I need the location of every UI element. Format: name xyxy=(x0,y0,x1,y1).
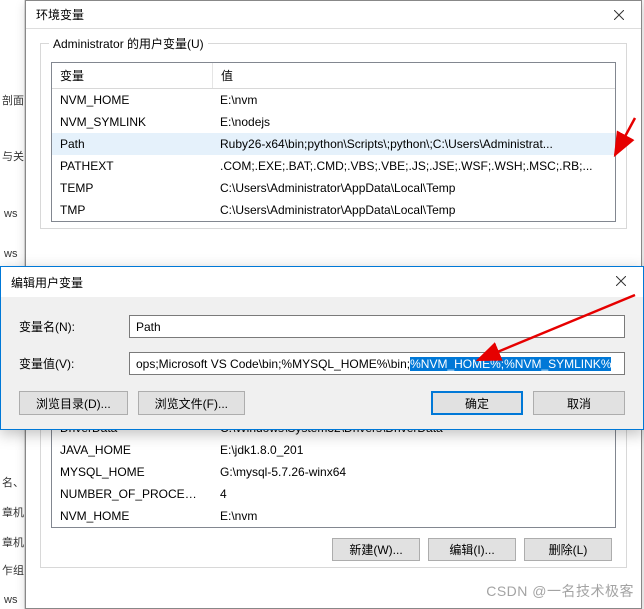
browse-dir-button[interactable]: 浏览目录(D)... xyxy=(19,391,128,415)
name-label: 变量名(N): xyxy=(19,318,129,335)
cell-value: G:\mysql-5.7.26-winx64 xyxy=(212,463,615,481)
user-vars-table[interactable]: 变量 值 NVM_HOMEE:\nvmNVM_SYMLINKE:\nodejsP… xyxy=(51,62,616,222)
new-button[interactable]: 新建(W)... xyxy=(332,538,420,561)
group-legend: Administrator 的用户变量(U) xyxy=(49,35,208,52)
cell-name: NVM_HOME xyxy=(52,507,212,525)
watermark: CSDN @一名技术极客 xyxy=(486,581,634,601)
bg-text: ws xyxy=(4,208,17,220)
close-icon xyxy=(616,276,626,286)
bg-text: ws xyxy=(4,248,17,260)
edit-button[interactable]: 编辑(I)... xyxy=(428,538,516,561)
titlebar: 环境变量 xyxy=(26,1,641,29)
bg-text: ws xyxy=(4,594,17,606)
cell-value: Ruby26-x64\bin;python\Scripts\;python\;C… xyxy=(212,135,615,153)
table-row[interactable]: NVM_HOMEE:\nvm xyxy=(52,505,615,527)
cell-value: E:\nvm xyxy=(212,91,615,109)
table-row[interactable]: TEMPC:\Users\Administrator\AppData\Local… xyxy=(52,177,615,199)
th-name[interactable]: 变量 xyxy=(52,63,212,88)
table-row[interactable]: MYSQL_HOMEG:\mysql-5.7.26-winx64 xyxy=(52,461,615,483)
cell-value: C:\Users\Administrator\AppData\Local\Tem… xyxy=(212,201,615,219)
sys-vars-table[interactable]: DriverDataC:\Windows\System32\Drivers\Dr… xyxy=(51,417,616,528)
dialog-titlebar: 编辑用户变量 xyxy=(1,267,643,297)
cancel-button[interactable]: 取消 xyxy=(533,391,625,415)
bg-text: 与关 xyxy=(2,148,24,164)
table-row[interactable]: PathRuby26-x64\bin;python\Scripts\;pytho… xyxy=(52,133,615,155)
cell-name: TMP xyxy=(52,201,212,219)
dialog-close-button[interactable] xyxy=(599,267,643,295)
sys-vars-group: DriverDataC:\Windows\System32\Drivers\Dr… xyxy=(40,417,627,568)
cell-value: E:\nvm xyxy=(212,507,615,525)
th-value[interactable]: 值 xyxy=(212,63,615,88)
cell-value: E:\nodejs xyxy=(212,113,615,131)
cell-value: .COM;.EXE;.BAT;.CMD;.VBS;.VBE;.JS;.JSE;.… xyxy=(212,157,615,175)
close-button[interactable] xyxy=(597,1,641,29)
user-vars-group: Administrator 的用户变量(U) 变量 值 NVM_HOMEE:\n… xyxy=(40,43,627,229)
cell-value: 4 xyxy=(212,485,615,503)
bg-text: 名、 xyxy=(2,474,24,490)
value-label: 变量值(V): xyxy=(19,355,129,372)
cell-name: JAVA_HOME xyxy=(52,441,212,459)
cell-name: PATHEXT xyxy=(52,157,212,175)
cell-value: E:\jdk1.8.0_201 xyxy=(212,441,615,459)
cell-name: NUMBER_OF_PROCESSORS xyxy=(52,485,212,503)
table-row[interactable]: NVM_SYMLINKE:\nodejs xyxy=(52,111,615,133)
edit-var-dialog: 编辑用户变量 变量名(N): 变量值(V): ops;Microsoft VS … xyxy=(0,266,644,430)
table-row[interactable]: JAVA_HOMEE:\jdk1.8.0_201 xyxy=(52,439,615,461)
table-row[interactable]: PATHEXT.COM;.EXE;.BAT;.CMD;.VBS;.VBE;.JS… xyxy=(52,155,615,177)
window-title: 环境变量 xyxy=(36,6,84,23)
table-row[interactable]: NUMBER_OF_PROCESSORS4 xyxy=(52,483,615,505)
ok-button[interactable]: 确定 xyxy=(431,391,523,415)
close-icon xyxy=(614,10,624,20)
cell-name: TEMP xyxy=(52,179,212,197)
bg-text: 剖面 xyxy=(2,92,24,108)
browse-file-button[interactable]: 浏览文件(F)... xyxy=(138,391,245,415)
name-input[interactable] xyxy=(129,315,625,338)
table-row[interactable]: NVM_HOMEE:\nvm xyxy=(52,89,615,111)
bg-text: 乍组 xyxy=(2,562,24,578)
value-text-prefix: ops;Microsoft VS Code\bin;%MYSQL_HOME%\b… xyxy=(136,357,410,371)
cell-name: NVM_SYMLINK xyxy=(52,113,212,131)
bg-text: 章机 xyxy=(2,534,24,550)
dialog-title: 编辑用户变量 xyxy=(11,274,83,291)
table-row[interactable]: TMPC:\Users\Administrator\AppData\Local\… xyxy=(52,199,615,221)
value-text-selection: %NVM_HOME%;%NVM_SYMLINK% xyxy=(410,357,611,371)
delete-button[interactable]: 删除(L) xyxy=(524,538,612,561)
bg-text: 章机 xyxy=(2,504,24,520)
cell-value: C:\Users\Administrator\AppData\Local\Tem… xyxy=(212,179,615,197)
cell-name: NVM_HOME xyxy=(52,91,212,109)
cell-name: MYSQL_HOME xyxy=(52,463,212,481)
value-input[interactable]: ops;Microsoft VS Code\bin;%MYSQL_HOME%\b… xyxy=(129,352,625,375)
cell-name: Path xyxy=(52,135,212,153)
